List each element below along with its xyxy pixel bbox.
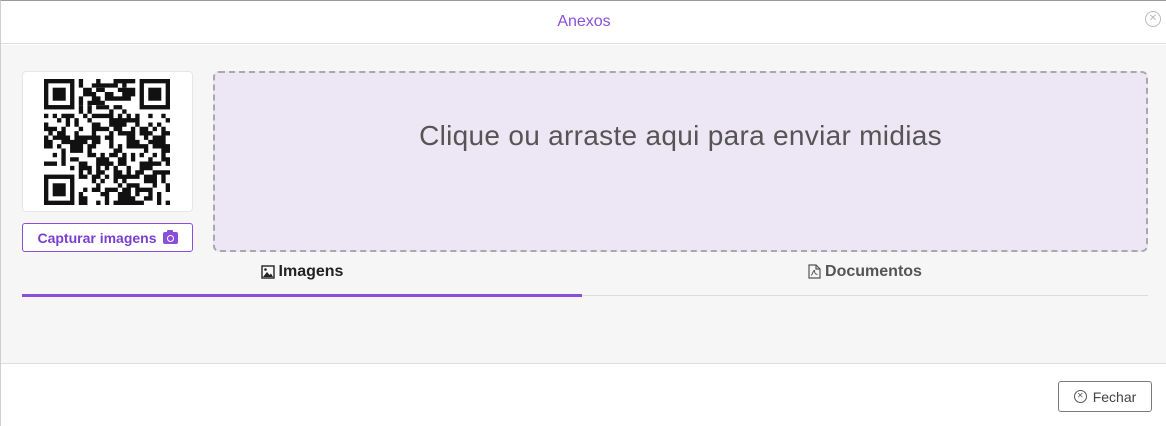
tab-documents[interactable]: Documentos (582, 253, 1148, 296)
attachment-tabs: Imagens Documentos (22, 253, 1148, 297)
qr-code-card (22, 71, 193, 212)
modal-header: Anexos ✕ (1, 1, 1166, 44)
tab-images[interactable]: Imagens (22, 253, 582, 297)
close-circle-icon: ✕ (1073, 390, 1087, 403)
dropzone-text: Clique ou arraste aqui para enviar midia… (419, 120, 942, 151)
modal-title: Anexos (557, 13, 611, 30)
tab-documents-label: Documentos (825, 262, 922, 280)
camera-icon (162, 229, 178, 244)
media-dropzone[interactable]: Clique ou arraste aqui para enviar midia… (213, 71, 1148, 252)
attachments-modal: Anexos ✕ Capturar imagens Clique ou arra… (0, 0, 1166, 426)
tab-images-label: Imagens (278, 262, 344, 280)
close-circle-icon[interactable]: ✕ (1145, 11, 1161, 27)
pdf-file-icon (808, 264, 821, 279)
close-button[interactable]: ✕ Fechar (1058, 381, 1152, 412)
active-tab-indicator (22, 294, 582, 297)
capture-images-button[interactable]: Capturar imagens (22, 223, 193, 252)
capture-images-label: Capturar imagens (37, 229, 157, 246)
image-icon (260, 264, 275, 279)
modal-footer: ✕ Fechar (1, 364, 1166, 426)
modal-body: Capturar imagens Clique ou arraste aqui … (1, 45, 1166, 364)
qr-code (44, 79, 170, 205)
close-button-label: Fechar (1092, 388, 1137, 405)
